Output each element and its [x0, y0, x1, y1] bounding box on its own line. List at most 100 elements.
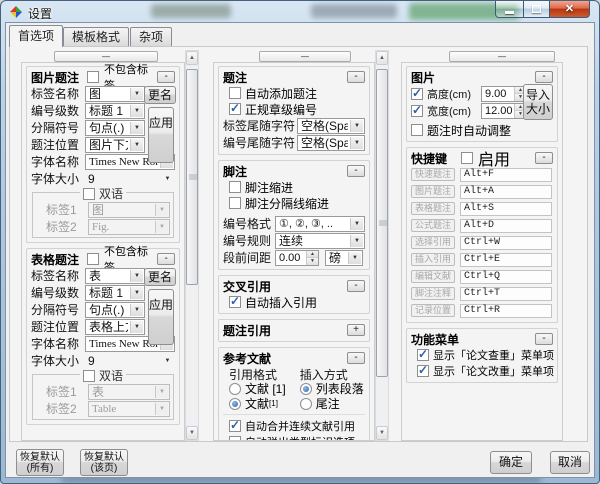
restore-defaults-all-button[interactable]: 恢复默认 (所有) — [16, 449, 64, 476]
scroll-up-icon[interactable]: ▲ — [186, 51, 198, 65]
enable-hotkeys-checkbox[interactable] — [461, 152, 473, 164]
label-trailing-select[interactable]: 空格(Space)▼ — [297, 118, 365, 134]
rename-button[interactable]: 更名 — [144, 268, 176, 286]
chevron-down-icon: ▼ — [350, 218, 363, 230]
list-paragraph-radio[interactable] — [300, 383, 312, 395]
spinner-buttons[interactable]: ▲▼ — [306, 251, 318, 265]
number-format-row: 编号格式 ①, ②, ③, ..▼ — [223, 215, 365, 232]
bilingual-checkbox[interactable] — [83, 188, 95, 200]
height-checkbox[interactable] — [411, 88, 423, 100]
hotkey-field[interactable]: Ctrl+T — [460, 287, 552, 301]
collapse-icon[interactable]: - — [347, 165, 365, 177]
width-checkbox[interactable] — [411, 105, 423, 117]
space-before-spinner[interactable]: 0.00 ▲▼ — [275, 250, 319, 266]
collapse-icon[interactable]: - — [347, 352, 365, 364]
exclude-label-checkbox[interactable] — [87, 71, 99, 83]
footnote-indent-checkbox[interactable] — [229, 181, 241, 193]
merge-refs-checkbox[interactable] — [229, 420, 241, 432]
separator-indent-checkbox[interactable] — [229, 197, 241, 209]
caption-position-select[interactable]: 图片下方▼ — [85, 137, 145, 153]
width-spinner[interactable]: 12.00 ▲▼ — [481, 103, 527, 119]
title-bar[interactable]: 设置 ✕ — [1, 1, 599, 23]
bilingual-checkbox[interactable] — [83, 370, 95, 382]
number-level-select[interactable]: 标题 1▼ — [85, 285, 145, 301]
number-level-select[interactable]: 标题 1▼ — [85, 103, 145, 119]
cite-bracket-radio[interactable] — [229, 383, 241, 395]
hotkey-field[interactable]: Alt+D — [460, 219, 552, 233]
label-name-select[interactable]: 图▼ — [85, 86, 145, 102]
chevron-down-icon: ▼ — [130, 304, 143, 316]
hotkey-field[interactable]: Ctrl+E — [460, 253, 552, 267]
cancel-button[interactable]: 取消 — [550, 451, 590, 474]
show-check-menu-checkbox[interactable] — [417, 349, 429, 361]
bilingual-label: 双语 — [99, 367, 123, 384]
auto-add-caption-checkbox[interactable] — [229, 87, 241, 99]
show-rewrite-menu-checkbox[interactable] — [417, 365, 429, 377]
separator-select[interactable]: 句点(.)▼ — [85, 120, 145, 136]
label-name-select[interactable]: 表▼ — [85, 268, 145, 284]
scroll-down-icon[interactable]: ▼ — [376, 426, 388, 440]
collapse-icon[interactable]: - — [347, 71, 365, 83]
collapse-icon[interactable]: - — [535, 71, 553, 83]
hotkey-field[interactable]: Alt+F — [460, 168, 552, 182]
auto-insert-ref-checkbox[interactable] — [229, 296, 241, 308]
spin-down-icon[interactable]: ▼ — [307, 257, 318, 265]
exclude-label-checkbox[interactable] — [87, 253, 99, 265]
hotkeys-group: 快捷键 启用 - 快速题注Alt+F 图片题注Alt+A 表格题注Alt+S 公… — [406, 147, 558, 323]
separator-select[interactable]: 句点(.)▼ — [85, 302, 145, 318]
collapse-icon[interactable]: - — [535, 333, 553, 345]
scrollbar-thumb[interactable] — [376, 69, 388, 377]
scroll-up-icon[interactable]: ▲ — [376, 51, 388, 65]
import-size-button[interactable]: 导入大小 — [523, 84, 553, 120]
auto-adjust-checkbox[interactable] — [411, 124, 423, 136]
minimize-icon — [505, 11, 514, 14]
restore-defaults-page-button[interactable]: 恢复默认 (该页) — [80, 449, 128, 476]
field-label: 字体名称 — [31, 335, 85, 352]
maximize-button[interactable] — [523, 1, 550, 18]
expand-icon[interactable]: + — [347, 324, 365, 336]
right-column-collapse-button[interactable]: — — [449, 51, 555, 62]
hotkey-field[interactable]: Ctrl+Q — [460, 270, 552, 284]
hotkey-field[interactable]: Alt+A — [460, 185, 552, 199]
apply-button[interactable]: 应用 — [148, 289, 174, 345]
number-format-select[interactable]: ①, ②, ③, ..▼ — [275, 216, 365, 232]
popup-type-checkbox[interactable] — [229, 436, 241, 441]
unit-select[interactable]: 磅▼ — [325, 250, 363, 266]
hotkey-field[interactable]: Alt+S — [460, 202, 552, 216]
hotkey-row: 图片题注Alt+A — [411, 183, 553, 200]
scrollbar-thumb[interactable] — [186, 69, 198, 285]
endnote-radio[interactable] — [300, 398, 312, 410]
middle-panel-scrollbar[interactable]: ▲ ▼ — [375, 50, 389, 441]
ok-button[interactable]: 确定 — [490, 451, 532, 474]
collapse-icon[interactable]: - — [347, 280, 365, 292]
scroll-down-icon[interactable]: ▼ — [186, 426, 198, 440]
show-rewrite-menu-row: 显示「论文改重」菜单项 — [417, 363, 553, 379]
left-column-collapse-button[interactable]: — — [54, 51, 158, 62]
collapse-icon[interactable]: - — [535, 152, 553, 164]
number-trailing-select[interactable]: 空格(Space)▼ — [297, 135, 365, 151]
insert-mode-column: 插入方式 列表段落 尾注 — [300, 366, 365, 411]
apply-button[interactable]: 应用 — [148, 107, 174, 163]
hotkey-field[interactable]: Ctrl+R — [460, 304, 552, 318]
left-panel-scrollbar[interactable]: ▲ ▼ — [185, 50, 199, 441]
middle-column-collapse-button[interactable]: — — [259, 51, 351, 62]
bilingual-fieldset: 双语 标签1 图▼ 标签2 Fig.▼ — [32, 192, 174, 238]
hotkey-field[interactable]: Ctrl+W — [460, 236, 552, 250]
collapse-icon[interactable]: - — [157, 71, 175, 83]
cite-superscript-radio[interactable] — [229, 398, 241, 410]
tab-preferences[interactable]: 首选项 — [9, 25, 63, 47]
minimize-button[interactable] — [495, 1, 524, 18]
tab-template-format[interactable]: 模板格式 — [63, 27, 129, 46]
caption-position-select[interactable]: 表格上方▼ — [85, 319, 145, 335]
screen: 设置 ✕ 首选项 模板格式 杂项 — — — 图片题注 不包含标签 — [0, 0, 600, 484]
number-rule-select[interactable]: 连续▼ — [275, 233, 365, 249]
rename-button[interactable]: 更名 — [144, 86, 176, 104]
button-line2: (所有) — [17, 463, 63, 474]
collapse-icon[interactable]: - — [157, 253, 175, 265]
scrollbar-grip — [379, 221, 387, 226]
height-spinner[interactable]: 9.00 ▲▼ — [481, 86, 527, 102]
chapter-numbering-checkbox[interactable] — [229, 103, 241, 115]
chevron-down-icon: ▼ — [155, 386, 168, 398]
tab-misc[interactable]: 杂项 — [130, 27, 172, 46]
close-button[interactable]: ✕ — [549, 1, 590, 18]
